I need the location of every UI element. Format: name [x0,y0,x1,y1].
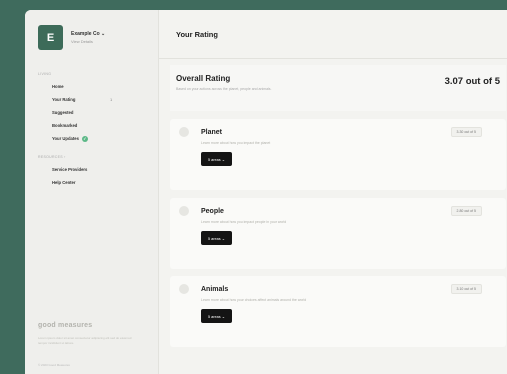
sidebar: E Example Co ⌄ View Details Living Home … [25,10,159,374]
areas-dropdown-button[interactable]: 5 areas ⌄ [201,152,232,166]
sidebar-item-help-center[interactable]: Help Center [25,176,158,189]
planet-icon [179,127,189,137]
overall-rating-panel: Overall Rating Based on your actions acr… [170,65,506,111]
score-badge: 3.30 out of 5 [450,127,482,137]
sidebar-section-main: Living [38,72,52,76]
rating-card-people: People Learn more about how you impact p… [170,198,506,269]
sidebar-item-count: 1 [110,97,113,102]
org-switcher[interactable]: E Example Co ⌄ View Details [25,10,158,50]
sidebar-item-label: Your Rating [52,97,76,102]
sidebar-item-label: Bookmarked [52,123,78,128]
org-name: Example Co ⌄ [71,31,106,37]
card-title: People [201,208,224,215]
overall-rating-score: 3.07 out of 5 [444,76,500,87]
people-icon [179,206,189,216]
brand-logo: good measures [38,322,93,329]
sidebar-item-your-rating[interactable]: Your Rating 1 [25,93,158,106]
brand-copy: Lorem ipsum dolor sit amet consectetur a… [38,336,132,345]
sidebar-item-label: Your Updates [52,136,79,141]
sidebar-item-label: Suggested [52,110,74,115]
card-title: Animals [201,286,229,293]
sidebar-item-your-updates[interactable]: Your Updates ✓ [25,132,158,145]
app-window: E Example Co ⌄ View Details Living Home … [25,10,507,374]
rating-card-planet: Planet Learn more about how you impact t… [170,119,506,190]
score-badge: 3.10 out of 5 [450,284,482,294]
sidebar-item-label: Help Center [52,180,76,185]
brand-footer: © 2023 Good Measures [38,363,70,367]
areas-dropdown-button[interactable]: 5 areas ⌄ [201,309,232,323]
overall-rating-title: Overall Rating [176,74,231,83]
page-title: Your Rating [176,29,218,39]
check-icon: ✓ [81,135,88,142]
page-header: Your Rating [159,10,507,59]
card-title: Planet [201,129,223,136]
card-description: Learn more about how you impact people i… [201,220,287,224]
sidebar-item-label: Service Providers [52,167,88,172]
org-details-link[interactable]: View Details [71,39,105,44]
rating-card-animals: Animals Learn more about how your choice… [170,276,506,347]
sidebar-item-service-providers[interactable]: Service Providers [25,163,158,176]
card-description: Learn more about how your choices affect… [201,298,307,302]
animals-icon [179,284,189,294]
overall-rating-subtitle: Based on your actions across the planet,… [176,87,272,91]
org-logo: E [38,25,63,50]
sidebar-item-suggested[interactable]: Suggested [25,106,158,119]
sidebar-item-home[interactable]: Home [25,80,158,93]
org-text: Example Co ⌄ View Details [71,31,105,44]
score-badge: 2.80 out of 5 [450,206,482,216]
areas-dropdown-button[interactable]: 5 areas ⌄ [201,231,232,245]
main-content: Your Rating Overall Rating Based on your… [159,10,507,374]
card-description: Learn more about how you impact the plan… [201,141,271,145]
sidebar-item-label: Home [52,84,64,89]
sidebar-item-bookmarked[interactable]: Bookmarked [25,119,158,132]
sidebar-section-resources[interactable]: Resources › [25,155,158,159]
